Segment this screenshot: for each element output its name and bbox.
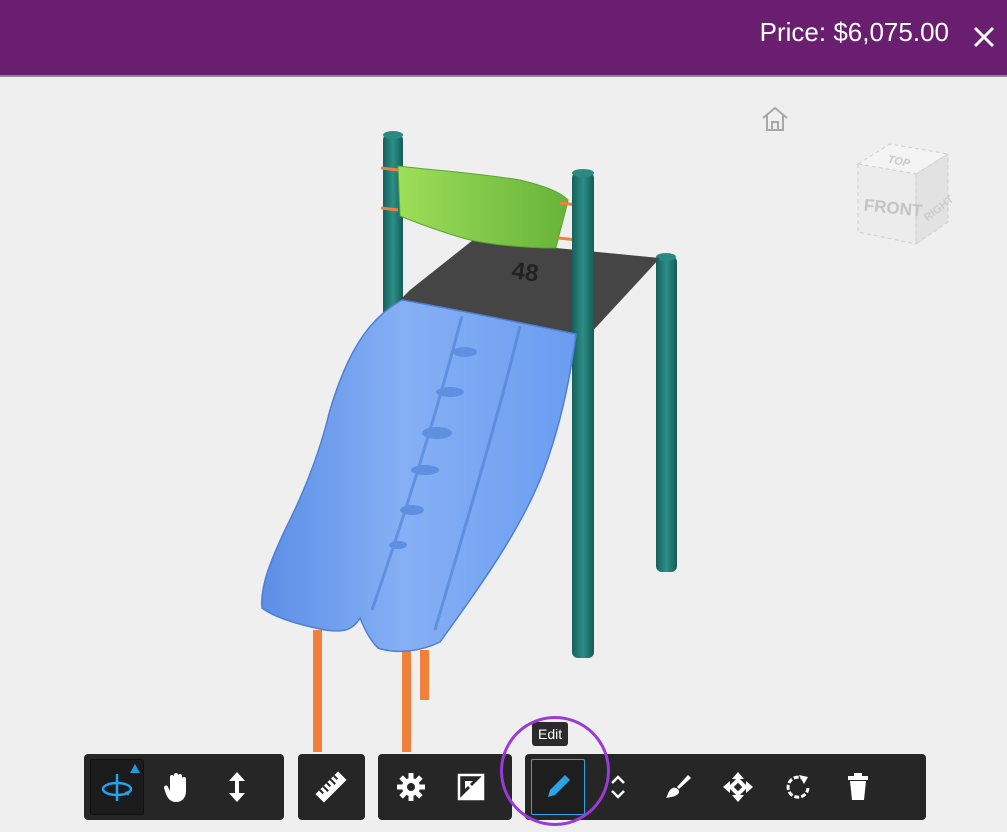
close-button[interactable]: [967, 20, 1001, 54]
delete-button[interactable]: [831, 759, 885, 815]
view-cube[interactable]: TOP FRONT RIGHT: [848, 136, 957, 252]
post-front-right: [572, 172, 594, 658]
canopy: [397, 165, 569, 249]
settings-button[interactable]: [384, 759, 438, 815]
fullscreen-icon: [457, 773, 485, 801]
post-back-left: [383, 134, 403, 324]
zoom-button[interactable]: [210, 759, 264, 815]
move-arrows-icon: [723, 772, 753, 802]
chevron-up-down-icon: [611, 775, 625, 799]
home-view-button[interactable]: [758, 103, 792, 135]
deck-label: 48: [510, 257, 540, 287]
measure-button[interactable]: [304, 759, 358, 815]
pencil-icon: [548, 775, 570, 797]
toolbar-settings: [378, 754, 512, 820]
support-leg: [313, 630, 322, 752]
orbit-button[interactable]: [90, 759, 144, 815]
toolbar-measure: [298, 754, 365, 820]
tooltip: Edit: [532, 722, 569, 746]
paint-button[interactable]: [651, 759, 705, 815]
move-button[interactable]: [711, 759, 765, 815]
support-leg: [402, 650, 411, 752]
3d-viewport[interactable]: 48 TOP FRONT RIGHT: [0, 78, 1007, 832]
trash-icon: [848, 773, 868, 800]
brush-icon: [666, 775, 691, 798]
move-vertical-button[interactable]: [591, 759, 645, 815]
price-display: Price: $6,075.00: [759, 17, 949, 47]
orbit-icon: [101, 774, 133, 801]
vertical-arrows-icon: [229, 772, 245, 802]
flyout-indicator-icon: [130, 764, 140, 773]
pan-button[interactable]: [150, 759, 204, 815]
gear-icon: [397, 773, 425, 801]
header-bar: Price: $6,075.00: [0, 0, 1007, 77]
close-icon: [973, 26, 995, 48]
toolbar-edit: [525, 754, 926, 820]
slide[interactable]: [261, 299, 577, 653]
toolbar-navigation: [84, 754, 284, 820]
edit-button[interactable]: [531, 759, 585, 815]
post-back-right: [656, 256, 677, 572]
view-cube-graphic: TOP FRONT RIGHT: [856, 143, 957, 245]
ruler-icon: [315, 771, 347, 803]
support-leg: [420, 650, 429, 700]
home-icon: [762, 106, 788, 131]
rotate-icon: [786, 775, 810, 799]
hand-icon: [163, 773, 186, 802]
rotate-button[interactable]: [771, 759, 825, 815]
fullscreen-button[interactable]: [444, 759, 498, 815]
